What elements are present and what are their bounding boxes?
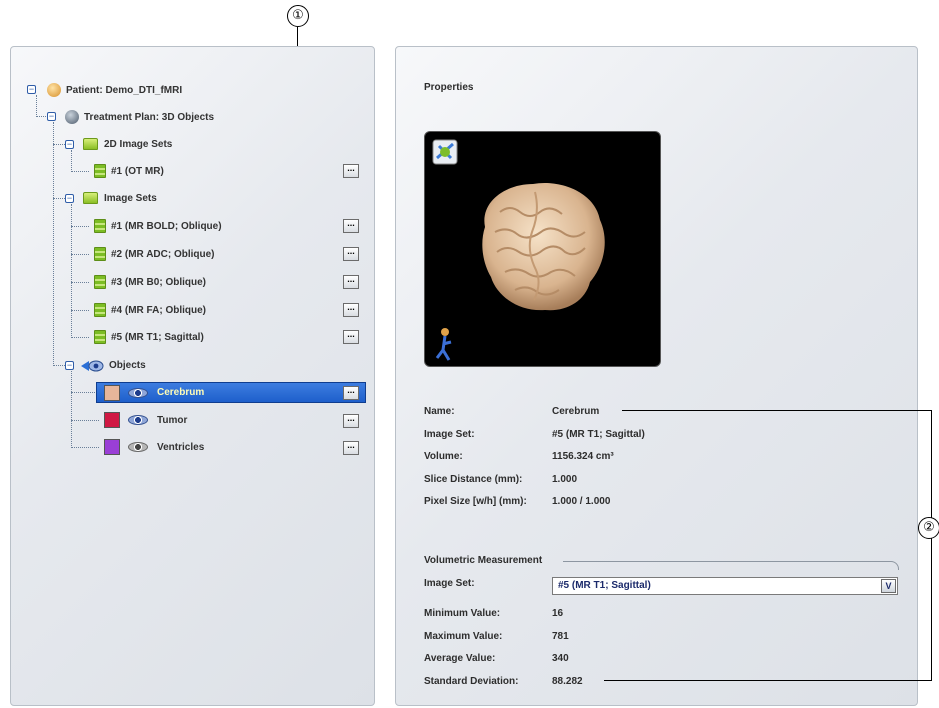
field-label: Image Set:: [424, 429, 475, 440]
field-label: Pixel Size [w/h] (mm):: [424, 496, 527, 507]
image-set-select[interactable]: #5 (MR T1; Sagittal) V: [552, 577, 898, 595]
tree-item-object[interactable]: Cerebrum: [157, 382, 204, 402]
image-sets-2d-expander[interactable]: −: [65, 140, 74, 149]
tree-item-image-set[interactable]: #5 (MR T1; Sagittal): [111, 327, 204, 347]
more-options-button[interactable]: ...: [343, 247, 359, 261]
folder-icon: [83, 192, 98, 204]
image-stack-icon: [94, 330, 106, 344]
tree-item-label: Tumor: [157, 414, 188, 426]
field-label: Slice Distance (mm):: [424, 474, 523, 485]
pixel-size-value: 1.000 / 1.000: [552, 496, 611, 507]
tree-item-objects[interactable]: Objects: [109, 355, 146, 375]
more-options-button[interactable]: ...: [343, 441, 359, 455]
objects-icon: [81, 360, 104, 372]
objects-expander[interactable]: −: [65, 361, 74, 370]
patient-expander[interactable]: −: [27, 85, 36, 94]
field-label: Image Set:: [424, 578, 475, 589]
object-preview-viewport[interactable]: [424, 131, 661, 367]
tree-item-label: 2D Image Sets: [104, 138, 173, 150]
image-stack-icon: [94, 247, 106, 261]
tree-item-image-set[interactable]: #4 (MR FA; Oblique): [111, 300, 206, 320]
object-color-swatch[interactable]: [104, 385, 120, 401]
callout-1: ①: [287, 5, 309, 27]
object-name-value: Cerebrum: [552, 406, 600, 417]
tree-item-label: #1 (MR BOLD; Oblique): [111, 220, 222, 232]
eye-icon[interactable]: [128, 442, 148, 452]
tree-item-label: Objects: [109, 359, 146, 371]
tree-item-label: #3 (MR B0; Oblique): [111, 276, 207, 288]
tree-item-label: #4 (MR FA; Oblique): [111, 304, 206, 316]
more-options-button[interactable]: ...: [343, 303, 359, 317]
object-color-swatch[interactable]: [104, 412, 120, 428]
field-label: Volume:: [424, 451, 463, 462]
field-label: Maximum Value:: [424, 631, 503, 642]
volumetric-measurement-title: Volumetric Measurement: [424, 555, 543, 566]
eye-icon[interactable]: [128, 415, 148, 425]
tree-item-label: #2 (MR ADC; Oblique): [111, 248, 215, 260]
brain-render: [432, 139, 605, 361]
image-set-select-value: #5 (MR T1; Sagittal): [558, 580, 651, 591]
callout-2-leader-bottom: [604, 680, 931, 681]
image-set-value: #5 (MR T1; Sagittal): [552, 429, 645, 440]
tree-item-image-set[interactable]: #3 (MR B0; Oblique): [111, 272, 206, 292]
image-stack-icon: [94, 303, 106, 317]
field-label: Standard Deviation:: [424, 676, 519, 687]
more-options-button[interactable]: ...: [343, 219, 359, 233]
field-label: Minimum Value:: [424, 608, 501, 619]
tree-item-label: #1 (OT MR): [111, 165, 164, 177]
tree-item-treatment-plan[interactable]: Treatment Plan: 3D Objects: [84, 107, 214, 127]
tree-item-patient[interactable]: Patient: Demo_DTI_fMRI: [66, 80, 182, 100]
slice-distance-value: 1.000: [552, 474, 578, 485]
callout-2: ②: [918, 517, 939, 539]
group-divider: [563, 561, 899, 570]
tree-item-label: #5 (MR T1; Sagittal): [111, 331, 204, 343]
tree-item-image-set[interactable]: #1 (MR BOLD; Oblique): [111, 216, 222, 236]
tree-item-object[interactable]: Tumor: [157, 410, 187, 430]
more-options-button[interactable]: ...: [343, 275, 359, 289]
more-options-button[interactable]: ...: [343, 386, 359, 400]
plan-expander[interactable]: −: [47, 112, 56, 121]
field-label: Name:: [424, 406, 455, 417]
tree-item-label: Cerebrum: [157, 386, 205, 398]
more-options-button[interactable]: ...: [343, 330, 359, 344]
tree-item-object[interactable]: Ventricles: [157, 437, 204, 457]
tree-item-image-set[interactable]: #2 (MR ADC; Oblique): [111, 244, 215, 264]
callout-2-bracket: [931, 410, 932, 681]
tree-item-label: Image Sets: [104, 192, 157, 204]
volume-value: 1156.324 cm³: [552, 451, 614, 462]
standard-deviation-value: 88.282: [552, 676, 583, 687]
tree-item-label: Ventricles: [157, 441, 205, 453]
tree-item-label: Patient: Demo_DTI_fMRI: [66, 84, 183, 96]
patient-icon: [47, 83, 61, 97]
minimum-value: 16: [552, 608, 564, 619]
tree-item-label: Treatment Plan: 3D Objects: [84, 111, 215, 123]
more-options-button[interactable]: ...: [343, 164, 359, 178]
average-value: 340: [552, 653, 569, 664]
tree-item-2d-image-set[interactable]: #1 (OT MR): [111, 161, 164, 181]
folder-icon: [83, 138, 98, 150]
image-stack-icon: [94, 219, 106, 233]
image-stack-icon: [94, 164, 106, 178]
image-stack-icon: [94, 275, 106, 289]
treatment-plan-icon: [65, 110, 79, 124]
chevron-down-icon[interactable]: V: [881, 579, 896, 593]
properties-title: Properties: [424, 82, 474, 93]
tree-item-image-sets[interactable]: Image Sets: [104, 188, 157, 208]
more-options-button[interactable]: ...: [343, 414, 359, 428]
object-color-swatch[interactable]: [104, 439, 120, 455]
eye-icon[interactable]: [128, 388, 148, 398]
callout-2-leader-top: [622, 410, 931, 411]
tree-item-2d-image-sets[interactable]: 2D Image Sets: [104, 134, 172, 154]
field-label: Average Value:: [424, 653, 496, 664]
image-sets-expander[interactable]: −: [65, 194, 74, 203]
maximum-value: 781: [552, 631, 569, 642]
